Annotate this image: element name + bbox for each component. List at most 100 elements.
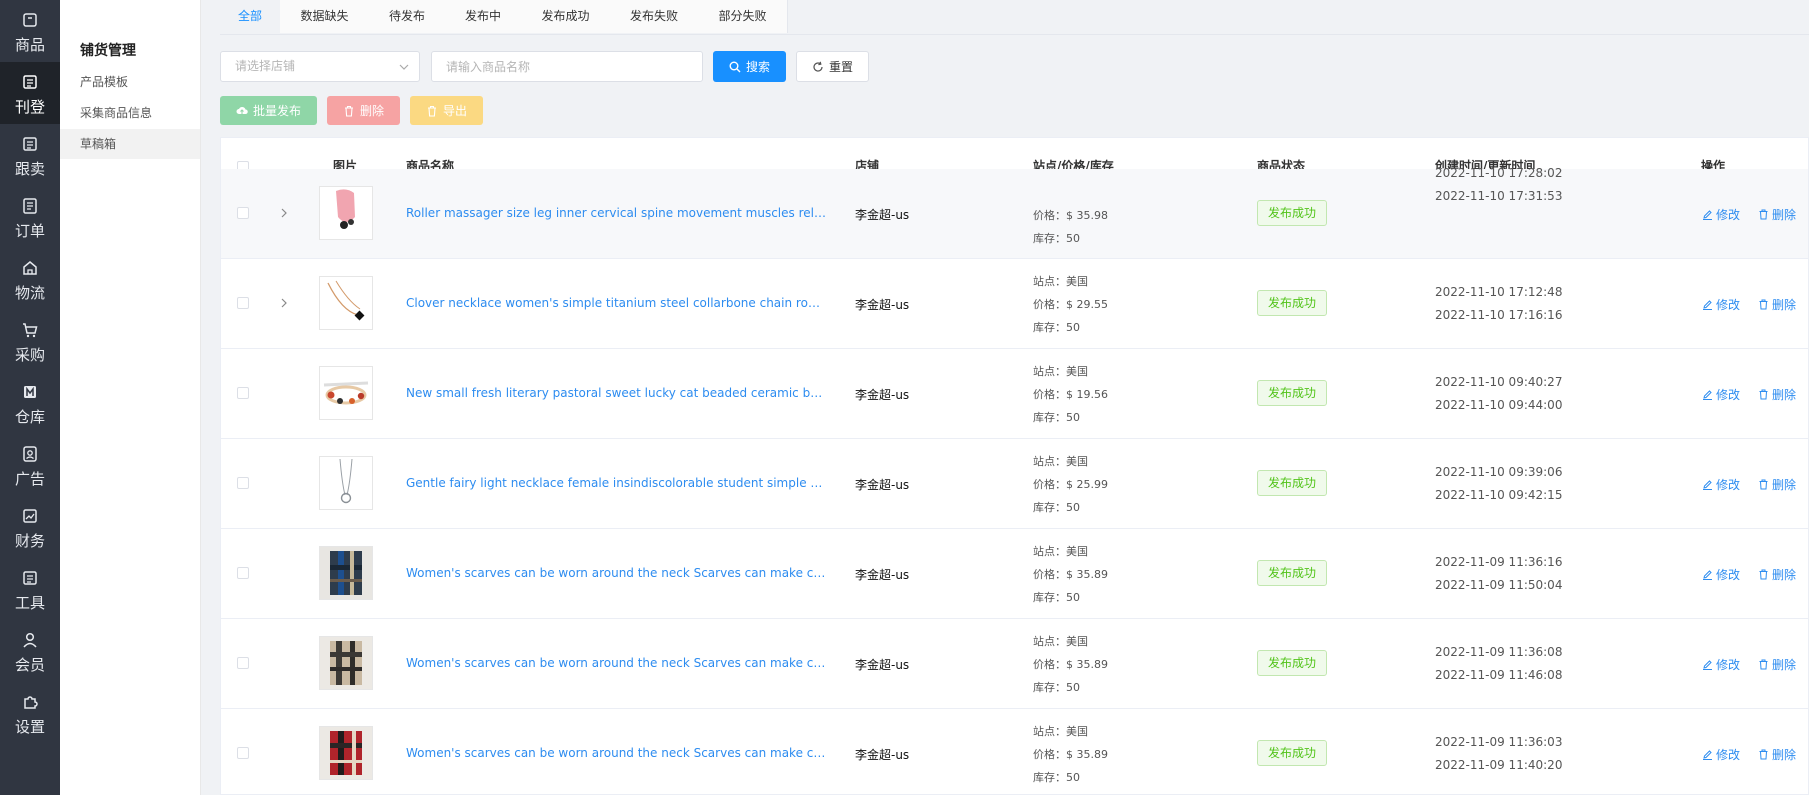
product-name-link[interactable]: Women's scarves can be worn around the n… (406, 746, 826, 760)
nav-item-7[interactable]: 仓库 (0, 372, 60, 434)
submenu-panel: 铺货管理 产品模板 采集商品信息 草稿箱 (60, 0, 201, 795)
product-table: 图片 商品名称 店铺 站点/价格/库存 商品状态 创建时间/更新时间 操作 Ro… (220, 137, 1809, 795)
product-image (319, 456, 373, 510)
table-row: Gentle fairy light necklace female insin… (221, 439, 1808, 529)
created-time: 2022-11-10 17:12:48 (1435, 285, 1563, 299)
product-thumbnail (320, 457, 372, 509)
status-badge: 发布成功 (1257, 470, 1327, 496)
nav-item-label: 会员 (14, 656, 45, 674)
created-time: 2022-11-09 11:36:16 (1435, 555, 1563, 569)
delete-button[interactable]: 删除 (1758, 386, 1796, 403)
nav-item-3[interactable]: 跟卖 (0, 124, 60, 186)
puzzle-icon (24, 696, 38, 709)
delete-label: 删除 (1772, 388, 1797, 402)
site-text: 站点：美国 (1033, 725, 1088, 738)
product-name-link[interactable]: Clover necklace women's simple titanium … (406, 296, 826, 310)
product-name-link[interactable]: Women's scarves can be worn around the n… (406, 566, 826, 580)
nav-item-5[interactable]: 物流 (0, 248, 60, 310)
product-image (319, 726, 373, 780)
edit-button[interactable]: 修改 (1702, 206, 1740, 223)
batch-publish-button[interactable]: 批量发布 (220, 96, 317, 125)
edit-button[interactable]: 修改 (1702, 476, 1740, 493)
edit-button[interactable]: 修改 (1702, 386, 1740, 403)
tab-failed[interactable]: 发布失败 (610, 0, 699, 33)
created-time: 2022-11-09 11:36:08 (1435, 645, 1563, 659)
batch-delete-button[interactable]: 删除 (327, 96, 400, 125)
batch-delete-label: 删除 (359, 104, 384, 118)
edit-button[interactable]: 修改 (1702, 566, 1740, 583)
delete-button[interactable]: 删除 (1758, 476, 1796, 493)
delete-button[interactable]: 删除 (1758, 296, 1796, 313)
row-checkbox[interactable] (237, 657, 249, 669)
submenu-item-drafts[interactable]: 草稿箱 (60, 129, 200, 159)
stock-text: 库存：50 (1033, 232, 1080, 245)
edit-button[interactable]: 修改 (1702, 746, 1740, 763)
delete-button[interactable]: 删除 (1758, 206, 1796, 223)
price-text: 价格：$ 35.89 (1033, 748, 1108, 761)
reset-button[interactable]: 重置 (796, 51, 869, 82)
nav-item-label: 仓库 (14, 408, 45, 426)
product-name-link[interactable]: New small fresh literary pastoral sweet … (406, 386, 826, 400)
chevron-right-icon[interactable] (280, 208, 288, 218)
nav-item-2[interactable]: 刊登 (0, 62, 60, 124)
row-checkbox[interactable] (237, 747, 249, 759)
search-button[interactable]: 搜索 (713, 51, 786, 82)
nav-item-10[interactable]: 工具 (0, 558, 60, 620)
row-checkbox[interactable] (237, 297, 249, 309)
edit-button[interactable]: 修改 (1702, 296, 1740, 313)
edit-label: 修改 (1716, 568, 1741, 582)
product-name-link[interactable]: Women's scarves can be worn around the n… (406, 656, 826, 670)
nav-item-label: 设置 (14, 718, 45, 736)
tab-publishing[interactable]: 发布中 (445, 0, 522, 33)
submenu-item-product-template[interactable]: 产品模板 (60, 67, 200, 97)
price-text: 价格：$ 35.89 (1033, 568, 1108, 581)
status-badge: 发布成功 (1257, 290, 1327, 316)
nav-item-8[interactable]: 广告 (0, 434, 60, 496)
site-text: 站点：美国 (1033, 365, 1088, 378)
delete-button[interactable]: 删除 (1758, 746, 1796, 763)
edit-button[interactable]: 修改 (1702, 656, 1740, 673)
stock-text: 库存：50 (1033, 771, 1080, 784)
delete-button[interactable]: 删除 (1758, 656, 1796, 673)
nav-item-11[interactable]: 会员 (0, 620, 60, 682)
status-tabs: 全部 数据缺失 待发布 发布中 发布成功 发布失败 部分失败 (220, 0, 1809, 35)
submenu-item-collected-products[interactable]: 采集商品信息 (60, 98, 200, 128)
product-image (319, 366, 373, 420)
row-checkbox[interactable] (237, 387, 249, 399)
row-checkbox[interactable] (237, 207, 249, 219)
nav-item-9[interactable]: 财务 (0, 496, 60, 558)
delete-button[interactable]: 删除 (1758, 566, 1796, 583)
nav-item-label: 采购 (14, 346, 45, 364)
nav-item-1[interactable]: 商品 (0, 0, 60, 62)
tab-published[interactable]: 发布成功 (521, 0, 611, 33)
tab-partial-failed[interactable]: 部分失败 (698, 0, 788, 33)
nav-item-label: 财务 (14, 532, 45, 550)
refresh-icon (813, 61, 823, 72)
row-checkbox[interactable] (237, 567, 249, 579)
nav-item-6[interactable]: 采购 (0, 310, 60, 372)
export-button[interactable]: 导出 (410, 96, 483, 125)
product-name-link[interactable]: Gentle fairy light necklace female insin… (406, 476, 826, 490)
table-row: Clover necklace women's simple titanium … (221, 259, 1808, 349)
tab-data-missing[interactable]: 数据缺失 (280, 0, 370, 33)
row-checkbox[interactable] (237, 477, 249, 489)
nav-item-12[interactable]: 设置 (0, 682, 60, 744)
search-button-label: 搜索 (745, 60, 770, 74)
product-name-input[interactable] (431, 51, 703, 82)
store-select[interactable]: 请选择店铺 (220, 51, 420, 82)
tab-pending[interactable]: 待发布 (369, 0, 446, 33)
delete-label: 删除 (1772, 478, 1797, 492)
edit-icon (1703, 570, 1712, 580)
site-text: 站点：美国 (1033, 635, 1088, 648)
chevron-right-icon[interactable] (280, 298, 288, 308)
updated-time: 2022-11-10 17:16:16 (1435, 308, 1563, 322)
status-badge: 发布成功 (1257, 650, 1327, 676)
tab-all[interactable]: 全部 (220, 0, 281, 33)
product-name-link[interactable]: Roller massager size leg inner cervical … (406, 206, 826, 220)
nav-item-4[interactable]: 订单 (0, 186, 60, 248)
delete-label: 删除 (1772, 298, 1797, 312)
edit-label: 修改 (1716, 208, 1741, 222)
product-thumbnail (320, 637, 372, 689)
stock-text: 库存：50 (1033, 591, 1080, 604)
edit-label: 修改 (1716, 388, 1741, 402)
